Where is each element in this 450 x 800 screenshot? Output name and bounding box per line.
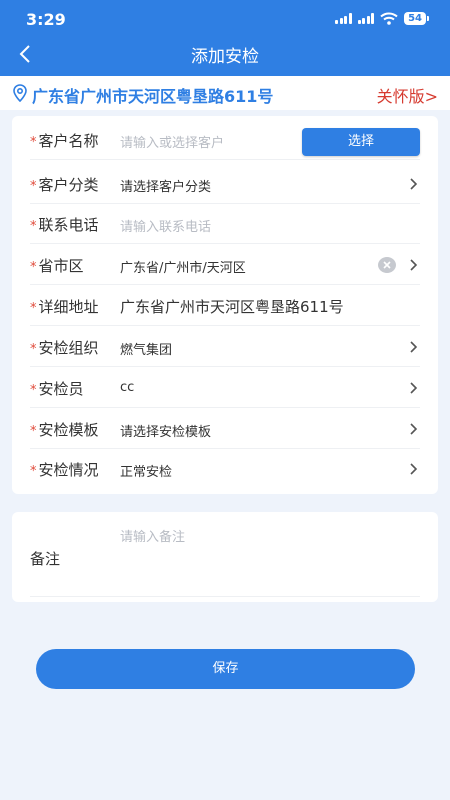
- inspection-template-row[interactable]: * 安检模板 请选择安检模板: [30, 409, 420, 449]
- page-title: 添加安检: [191, 47, 259, 67]
- customer-category-label: * 客户分类: [30, 176, 99, 194]
- phone-row: * 联系电话 请输入联系电话: [30, 204, 420, 244]
- inspection-org-row[interactable]: * 安检组织 燃气集团: [30, 327, 420, 367]
- customer-name-row: * 客户名称 请输入或选择客户 选择: [30, 120, 420, 160]
- save-button[interactable]: 保存: [36, 649, 415, 689]
- chevron-right-icon: [410, 463, 418, 475]
- chevron-right-icon: [410, 259, 418, 271]
- region-row[interactable]: * 省市区 广东省/广州市/天河区: [30, 245, 420, 285]
- inspection-template-label: * 安检模板: [30, 421, 99, 439]
- chevron-right-icon: [410, 382, 418, 394]
- inspector-label: * 安检员: [30, 380, 84, 398]
- signal-icon-2: [357, 13, 375, 24]
- inspection-status-row[interactable]: * 安检情况 正常安检: [30, 449, 420, 489]
- phone-input[interactable]: 请输入联系电话: [120, 216, 211, 235]
- inspection-template-value: 请选择安检模板: [120, 425, 212, 440]
- location-pin-icon: [13, 84, 27, 102]
- current-address: 广东省广州市天河区粤垦路611号: [32, 87, 274, 106]
- wifi-icon: [380, 12, 398, 25]
- region-value: 广东省/广州市/天河区: [120, 261, 246, 276]
- divider: [30, 596, 420, 597]
- detail-address-row: * 详细地址 广东省广州市天河区粤垦路611号: [30, 286, 420, 326]
- customer-name-label: * 客户名称: [30, 132, 99, 150]
- detail-address-label: * 详细地址: [30, 298, 99, 316]
- form-card: * 客户名称 请输入或选择客户 选择 * 客户分类 请选择客户分类 * 联系电话 请输…: [12, 116, 438, 494]
- remark-card: 备注 请输入备注: [12, 512, 438, 602]
- region-label: * 省市区: [30, 257, 84, 275]
- address-bar: 广东省广州市天河区粤垦路611号 关怀版>: [0, 76, 450, 110]
- inspection-org-label: * 安检组织: [30, 339, 99, 357]
- status-icons: 54: [335, 12, 429, 25]
- care-version-link[interactable]: 关怀版>: [377, 83, 438, 107]
- customer-category-value: 请选择客户分类: [120, 180, 212, 195]
- customer-name-input[interactable]: 请输入或选择客户: [120, 132, 224, 151]
- inspection-org-value: 燃气集团: [120, 343, 173, 358]
- detail-address-input[interactable]: 广东省广州市天河区粤垦路611号: [120, 296, 344, 317]
- status-bar: 3:29 54: [0, 0, 450, 36]
- remark-label: 备注: [30, 550, 61, 568]
- chevron-right-icon: [410, 178, 418, 190]
- inspector-value: cc: [120, 380, 135, 395]
- battery-icon: 54: [404, 12, 429, 25]
- inspection-status-label: * 安检情况: [30, 461, 99, 479]
- remark-input[interactable]: 请输入备注: [120, 526, 185, 545]
- status-time: 3:29: [26, 10, 66, 29]
- chevron-right-icon: [410, 341, 418, 353]
- header: 3:29 54 添加安检: [0, 0, 450, 76]
- inspector-row[interactable]: * 安检员 cc: [30, 368, 420, 408]
- select-customer-button[interactable]: 选择: [302, 128, 420, 156]
- clear-icon[interactable]: [378, 257, 396, 273]
- phone-label: * 联系电话: [30, 216, 99, 234]
- inspection-status-value: 正常安检: [120, 465, 173, 480]
- signal-icon: [335, 13, 352, 24]
- chevron-right-icon: [410, 423, 418, 435]
- customer-category-row[interactable]: * 客户分类 请选择客户分类: [30, 164, 420, 204]
